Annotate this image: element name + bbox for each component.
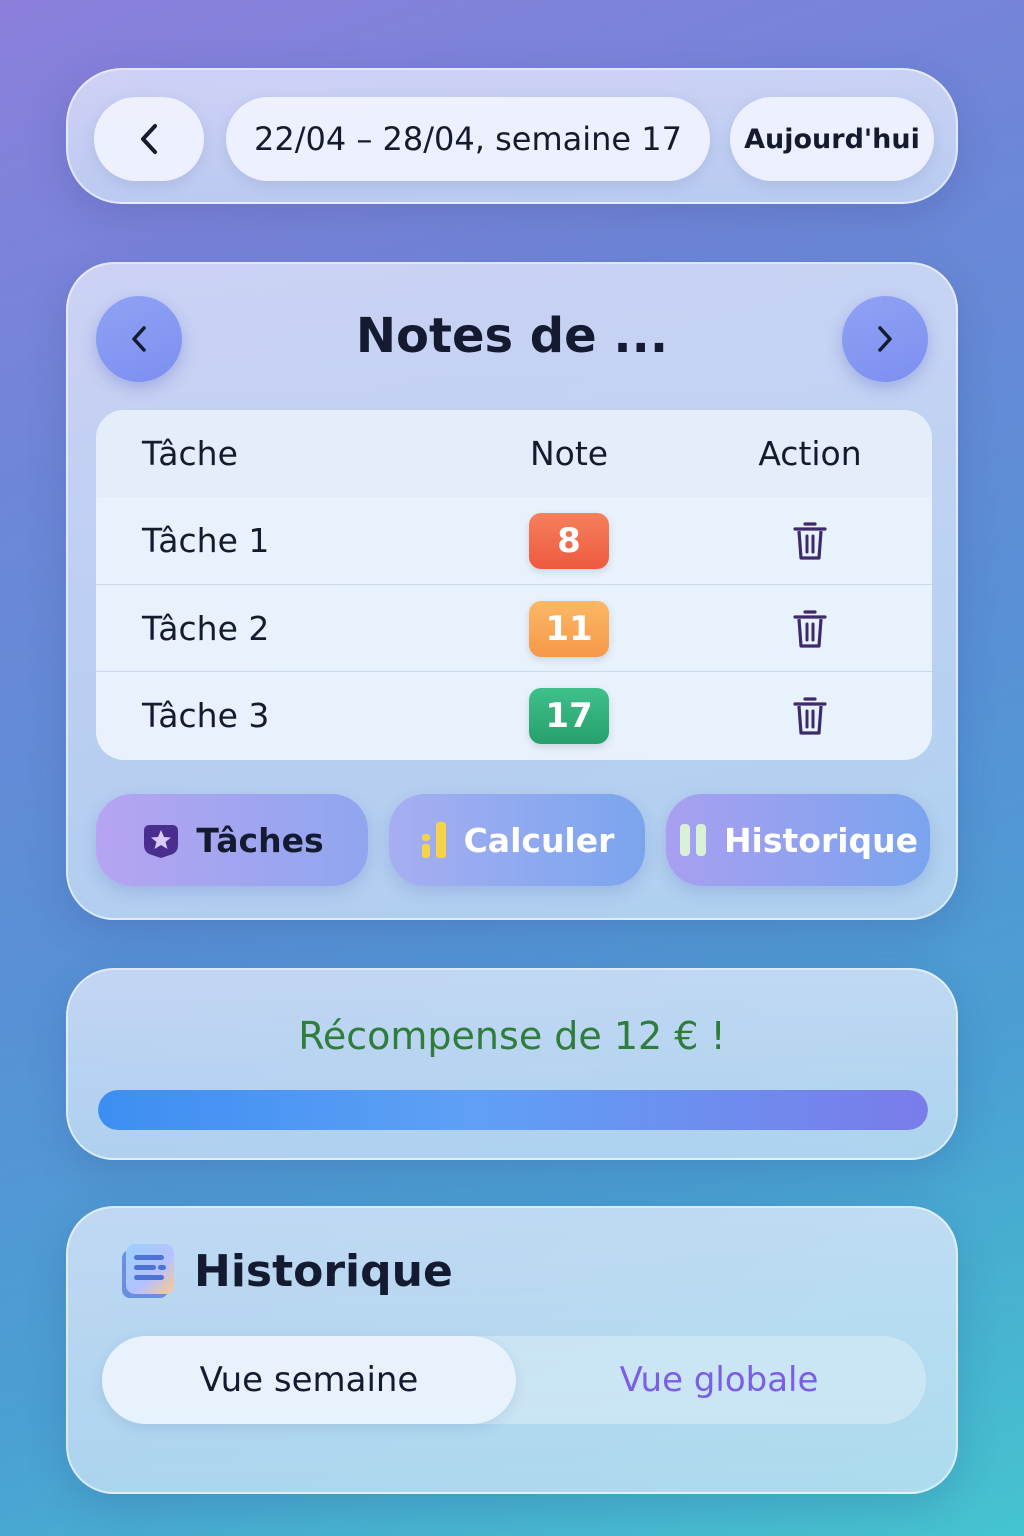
today-label: Aujourd'hui: [744, 123, 920, 155]
calculate-button-label: Calculer: [463, 820, 615, 860]
table-header-row: Tâche Note Action: [96, 410, 932, 497]
tasks-button[interactable]: Tâches: [96, 794, 368, 886]
notes-card: Notes de ... Tâche Note Action Tâche 1 8: [66, 262, 958, 920]
trash-icon[interactable]: [792, 520, 828, 562]
chevron-left-icon: [141, 124, 157, 154]
back-button[interactable]: [94, 97, 204, 181]
next-student-button[interactable]: [842, 296, 928, 382]
grade-badge: 11: [529, 600, 609, 657]
tab-week-view[interactable]: Vue semaine: [102, 1336, 516, 1424]
task-name: Tâche 3: [142, 696, 270, 735]
history-button-label: Historique: [723, 820, 919, 860]
calculate-button[interactable]: Calculer: [389, 794, 645, 886]
chevron-right-icon: [878, 326, 892, 352]
trash-icon[interactable]: [792, 695, 828, 737]
week-range-label: 22/04 – 28/04, semaine 17: [253, 120, 682, 158]
grade-badge: 17: [529, 687, 609, 744]
history-title: Historique: [194, 1246, 453, 1297]
table-row: Tâche 1 8: [96, 497, 932, 584]
week-navigation-bar: 22/04 – 28/04, semaine 17 Aujourd'hui: [66, 68, 958, 204]
tab-global-view[interactable]: Vue globale: [512, 1336, 926, 1424]
task-name: Tâche 2: [142, 609, 270, 648]
history-card: Historique Vue semaine Vue globale: [66, 1206, 958, 1494]
history-button[interactable]: Historique: [666, 794, 930, 886]
column-header-note: Note: [529, 434, 609, 473]
reward-message: Récompense de 12 € !: [298, 1014, 726, 1058]
reward-progress-fill: [98, 1090, 928, 1130]
list-document-icon: [122, 1244, 174, 1298]
reward-card: Récompense de 12 € !: [66, 968, 958, 1160]
bar-chart-icon: [421, 822, 446, 858]
grade-badge: 8: [529, 512, 609, 569]
star-badge-icon: [144, 825, 179, 858]
table-row: Tâche 2 11: [96, 584, 932, 671]
task-name: Tâche 1: [142, 521, 270, 560]
column-header-task: Tâche: [142, 434, 238, 473]
week-range-selector[interactable]: 22/04 – 28/04, semaine 17: [226, 97, 710, 181]
today-button[interactable]: Aujourd'hui: [730, 97, 934, 181]
grades-table: Tâche Note Action Tâche 1 8 Tâche 2 11 T…: [96, 410, 932, 760]
column-header-action: Action: [758, 434, 862, 473]
tasks-button-label: Tâches: [196, 820, 324, 860]
pause-bars-icon: [679, 824, 706, 856]
trash-icon[interactable]: [792, 608, 828, 650]
view-toggle: Vue semaine Vue globale: [102, 1336, 926, 1424]
reward-progress-bar: [98, 1090, 928, 1130]
table-row: Tâche 3 17: [96, 671, 932, 758]
notes-title: Notes de ...: [355, 308, 669, 364]
